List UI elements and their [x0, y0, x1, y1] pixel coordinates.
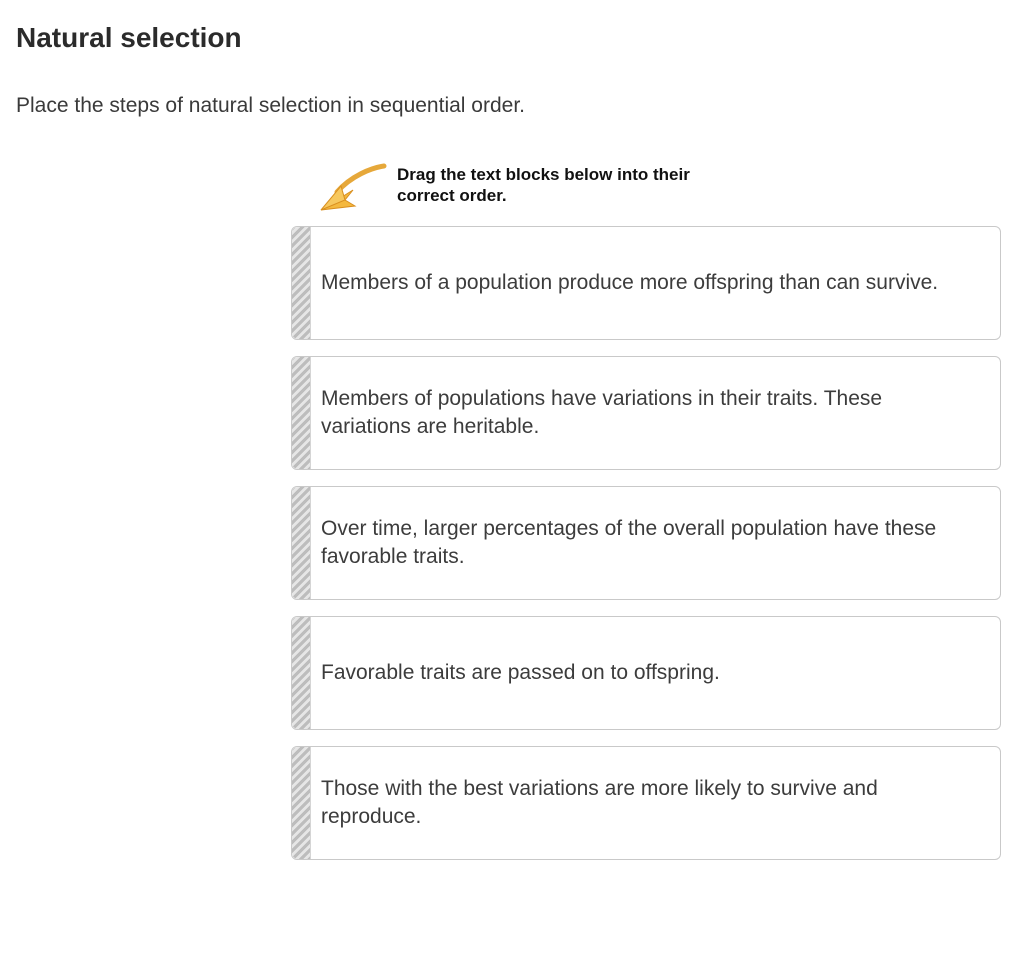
page-container: Natural selection Place the steps of nat… — [0, 0, 1024, 916]
page-title: Natural selection — [16, 22, 1008, 54]
sortable-item[interactable]: Over time, larger percentages of the ove… — [291, 486, 1001, 600]
sortable-item-body: Favorable traits are passed on to offspr… — [311, 617, 1000, 729]
sortable-item-body: Members of a population produce more off… — [311, 227, 1000, 339]
sortable-item-text: Favorable traits are passed on to offspr… — [321, 659, 720, 687]
drag-hint: Drag the text blocks below into their co… — [291, 164, 1001, 218]
arrow-down-left-icon — [311, 162, 389, 218]
sortable-item-text: Those with the best variations are more … — [321, 775, 970, 832]
sortable-item-body: Over time, larger percentages of the ove… — [311, 487, 1000, 599]
drag-hint-text: Drag the text blocks below into their co… — [397, 164, 727, 207]
drag-handle-icon[interactable] — [292, 487, 311, 599]
sortable-item[interactable]: Those with the best variations are more … — [291, 746, 1001, 860]
sortable-item-text: Members of populations have variations i… — [321, 385, 970, 442]
sortable-item[interactable]: Members of a population produce more off… — [291, 226, 1001, 340]
drag-handle-icon[interactable] — [292, 617, 311, 729]
sortable-item-body: Those with the best variations are more … — [311, 747, 1000, 859]
drag-handle-icon[interactable] — [292, 357, 311, 469]
sortable-item[interactable]: Members of populations have variations i… — [291, 356, 1001, 470]
activity-instructions: Place the steps of natural selection in … — [16, 94, 1008, 118]
sortable-item-body: Members of populations have variations i… — [311, 357, 1000, 469]
drag-handle-icon[interactable] — [292, 747, 311, 859]
sortable-item[interactable]: Favorable traits are passed on to offspr… — [291, 616, 1001, 730]
sortable-item-text: Members of a population produce more off… — [321, 269, 938, 297]
drag-handle-icon[interactable] — [292, 227, 311, 339]
ordering-activity: Drag the text blocks below into their co… — [291, 164, 1001, 860]
sortable-item-text: Over time, larger percentages of the ove… — [321, 515, 970, 572]
